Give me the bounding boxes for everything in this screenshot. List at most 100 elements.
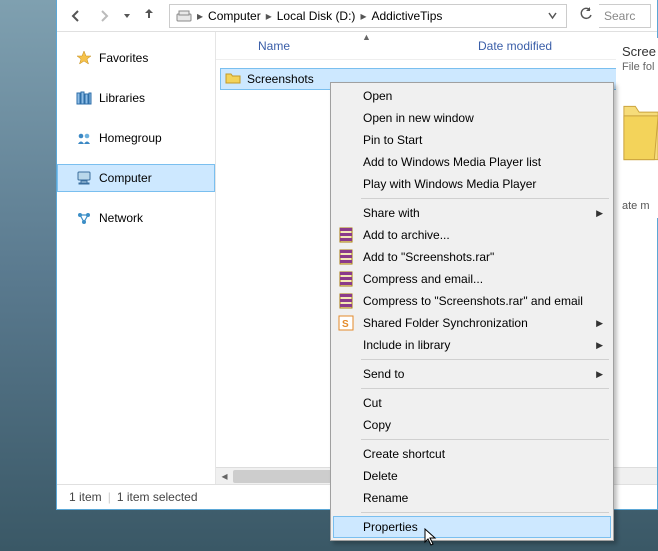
toolbar: ▸ Computer ▸ Local Disk (D:) ▸ Addictive… [57, 0, 657, 32]
scroll-left[interactable]: ◂ [216, 469, 233, 483]
menu-item-label: Add to Windows Media Player list [363, 155, 541, 169]
star-icon [75, 49, 93, 67]
menu-item[interactable]: Properties [333, 516, 611, 538]
status-selection: 1 item selected [117, 490, 198, 504]
breadcrumb-item[interactable]: AddictiveTips [368, 5, 445, 27]
menu-item[interactable]: Delete [333, 465, 611, 487]
menu-separator [361, 388, 609, 389]
menu-item[interactable]: Open [333, 85, 611, 107]
menu-item[interactable]: Add to "Screenshots.rar" [333, 246, 611, 268]
menu-item-label: Send to [363, 367, 404, 381]
menu-item-label: Share with [363, 206, 420, 220]
computer-icon [75, 169, 93, 187]
s-icon: S [337, 314, 355, 332]
navigation-pane: Favorites Libraries Homegroup Computer [57, 32, 216, 484]
preview-type: File fol [622, 61, 652, 73]
refresh-button[interactable] [573, 7, 599, 24]
menu-item[interactable]: Send to ▶ [333, 363, 611, 385]
breadcrumb-separator[interactable]: ▸ [195, 9, 205, 23]
menu-item-label: Pin to Start [363, 133, 422, 147]
nav-label: Computer [99, 171, 152, 185]
drive-icon [173, 5, 195, 27]
menu-item[interactable]: Add to Windows Media Player list [333, 151, 611, 173]
nav-libraries[interactable]: Libraries [57, 84, 215, 112]
back-button[interactable] [63, 3, 89, 29]
breadcrumb-separator[interactable]: ▸ [264, 9, 274, 23]
menu-separator [361, 439, 609, 440]
menu-item-label: Open [363, 89, 392, 103]
rar-icon [337, 270, 355, 288]
homegroup-icon [75, 129, 93, 147]
menu-item[interactable]: SShared Folder Synchronization▶ [333, 312, 611, 334]
breadcrumb-item[interactable]: Local Disk (D:) [274, 5, 359, 27]
svg-text:S: S [342, 319, 349, 330]
menu-item-label: Compress to "Screenshots.rar" and email [363, 294, 583, 308]
nav-network[interactable]: Network [57, 204, 215, 232]
menu-item-label: Properties [363, 520, 418, 534]
menu-item-label: Delete [363, 469, 398, 483]
preview-title: Scree [622, 44, 652, 59]
search-placeholder: Searc [604, 9, 635, 23]
menu-item[interactable]: Cut [333, 392, 611, 414]
breadcrumb-separator[interactable]: ▸ [358, 9, 368, 23]
search-box[interactable]: Searc [599, 4, 651, 28]
menu-item[interactable]: Compress and email... [333, 268, 611, 290]
menu-item-label: Copy [363, 418, 391, 432]
menu-item-label: Add to "Screenshots.rar" [363, 250, 494, 264]
menu-separator [361, 359, 609, 360]
nav-label: Favorites [99, 51, 148, 65]
nav-computer[interactable]: Computer [57, 164, 215, 192]
menu-item[interactable]: Pin to Start [333, 129, 611, 151]
rar-icon [337, 248, 355, 266]
menu-item[interactable]: Rename [333, 487, 611, 509]
history-dropdown[interactable] [119, 9, 135, 23]
sort-indicator: ▲ [356, 32, 377, 42]
submenu-arrow-icon: ▶ [596, 340, 603, 351]
status-count: 1 item [69, 490, 102, 504]
submenu-arrow-icon: ▶ [596, 318, 603, 329]
column-headers: Name ▲ Date modified [216, 32, 657, 60]
submenu-arrow-icon: ▶ [596, 208, 603, 219]
menu-separator [361, 198, 609, 199]
libraries-icon [75, 89, 93, 107]
column-date[interactable]: Date modified [472, 39, 558, 53]
menu-item[interactable]: Compress to "Screenshots.rar" and email [333, 290, 611, 312]
menu-item-label: Open in new window [363, 111, 474, 125]
rar-icon [337, 226, 355, 244]
menu-separator [361, 512, 609, 513]
menu-item-label: Include in library [363, 338, 450, 352]
address-dropdown[interactable] [542, 9, 563, 23]
folder-icon [225, 71, 241, 88]
up-button[interactable] [135, 6, 163, 25]
menu-item-label: Create shortcut [363, 447, 445, 461]
file-name: Screenshots [247, 72, 314, 86]
submenu-arrow-icon: ▶ [596, 369, 603, 380]
folder-large-icon [622, 93, 658, 173]
menu-item[interactable]: Share with ▶ [333, 202, 611, 224]
menu-item-label: Cut [363, 396, 382, 410]
nav-label: Libraries [99, 91, 145, 105]
preview-date: ate m [622, 200, 652, 212]
rar-icon [337, 292, 355, 310]
menu-item[interactable]: Create shortcut [333, 443, 611, 465]
menu-item-label: Play with Windows Media Player [363, 177, 536, 191]
forward-button[interactable] [91, 3, 117, 29]
context-menu: Open Open in new window Pin to Start Add to… [330, 82, 614, 541]
nav-label: Homegroup [99, 131, 162, 145]
nav-favorites[interactable]: Favorites [57, 44, 215, 72]
menu-item-label: Compress and email... [363, 272, 483, 286]
menu-item[interactable]: Add to archive... [333, 224, 611, 246]
menu-item[interactable]: Play with Windows Media Player [333, 173, 611, 195]
menu-item[interactable]: Include in library ▶ [333, 334, 611, 356]
nav-homegroup[interactable]: Homegroup [57, 124, 215, 152]
menu-item-label: Rename [363, 491, 408, 505]
menu-item[interactable]: Copy [333, 414, 611, 436]
preview-pane: Scree File fol ate m [616, 38, 658, 218]
menu-item-label: Add to archive... [363, 228, 450, 242]
network-icon [75, 209, 93, 227]
address-bar[interactable]: ▸ Computer ▸ Local Disk (D:) ▸ Addictive… [169, 4, 567, 28]
status-divider: | [108, 490, 111, 504]
nav-label: Network [99, 211, 143, 225]
breadcrumb-item[interactable]: Computer [205, 5, 264, 27]
menu-item[interactable]: Open in new window [333, 107, 611, 129]
